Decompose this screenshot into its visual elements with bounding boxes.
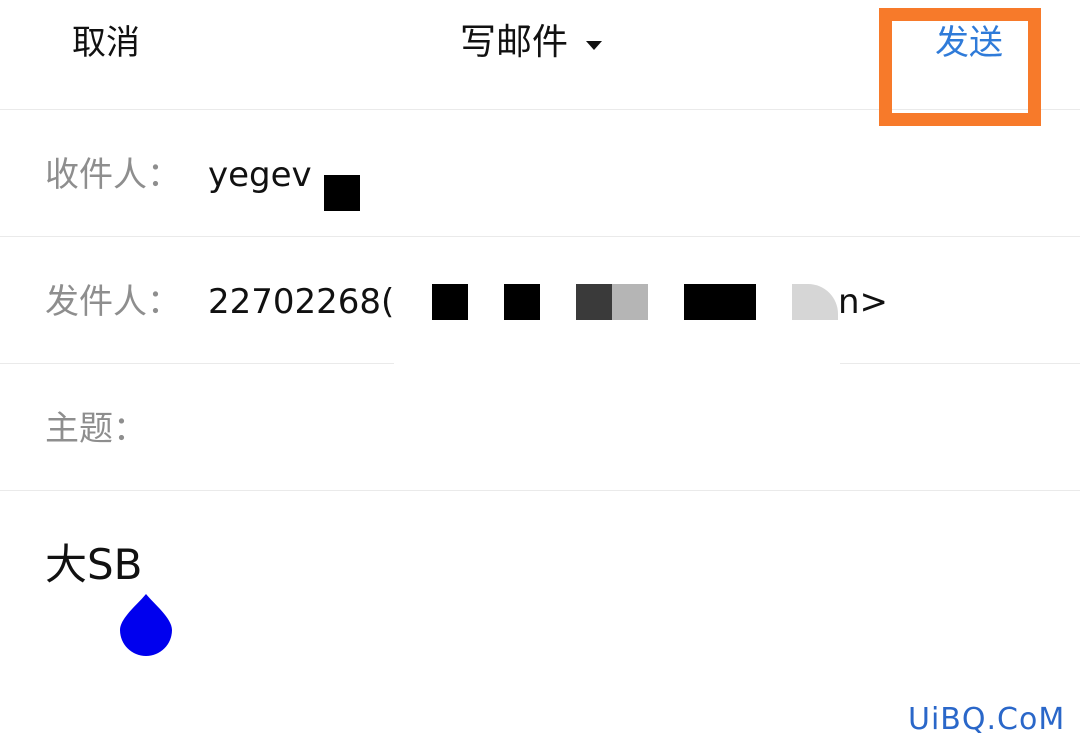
subject-label: 主题： [45, 409, 147, 449]
caret-down-icon [586, 40, 603, 50]
sender-row[interactable]: 发件人： 22702268( n> [0, 237, 1080, 367]
recipient-label: 收件人： [45, 155, 181, 195]
redaction-block [612, 284, 648, 320]
cancel-button[interactable]: 取消 [72, 20, 140, 66]
message-body[interactable]: 大SB [45, 540, 142, 590]
redaction-block [504, 284, 540, 320]
subject-row[interactable]: 主题： [0, 364, 1080, 491]
recipient-row[interactable]: 收件人： yegev [0, 110, 1080, 237]
recipient-value[interactable]: yegev [208, 152, 312, 198]
compose-type-dropdown[interactable]: 写邮件 [460, 20, 603, 66]
redaction-block [324, 175, 360, 211]
sender-value-end: n> [838, 282, 889, 322]
redaction-block [684, 284, 756, 320]
redaction-block [576, 284, 612, 320]
sender-label: 发件人： [45, 282, 181, 322]
send-button-highlight-box [879, 8, 1041, 126]
text-cursor-handle-icon[interactable] [118, 592, 174, 658]
page-title: 写邮件 [460, 22, 569, 63]
watermark-logo: UiBQ.CoM [908, 702, 1066, 737]
redaction-block [432, 284, 468, 320]
sender-value-start[interactable]: 22702268( [208, 279, 394, 325]
